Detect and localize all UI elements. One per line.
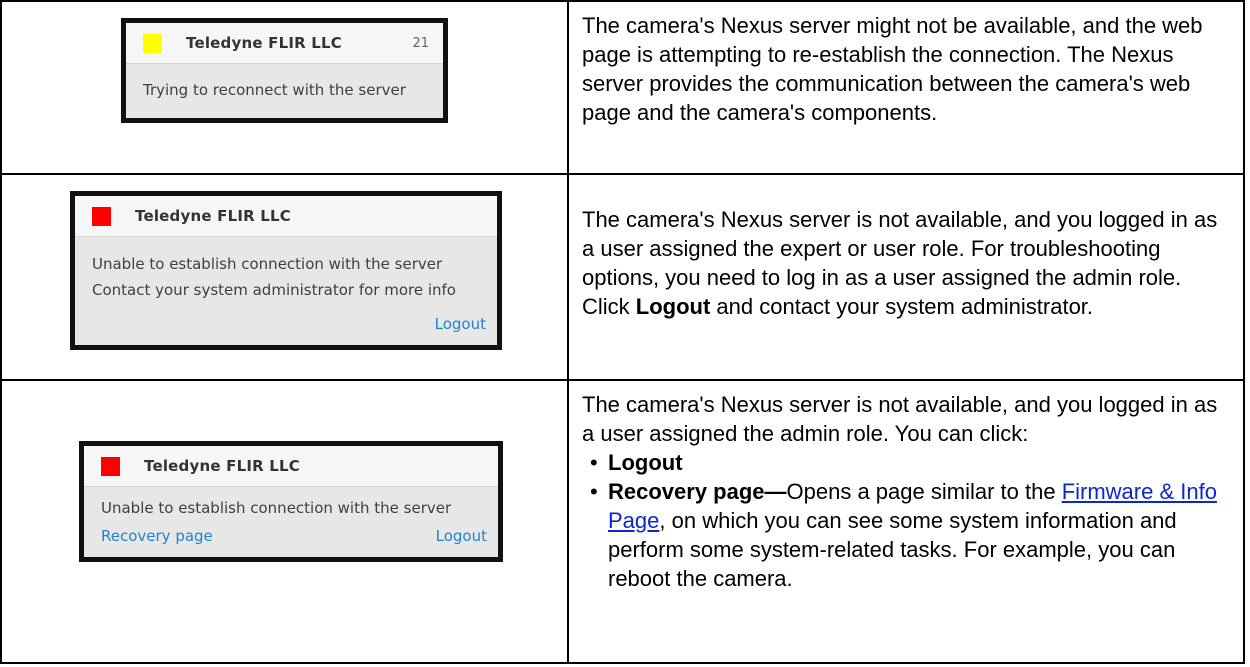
status-message-table: Teledyne FLIR LLC 21 Trying to reconnect… [0, 0, 1245, 664]
retry-counter: 21 [412, 35, 429, 51]
description-text: The camera's Nexus server is not availab… [582, 392, 1218, 446]
dialog-message: Trying to reconnect with the server [143, 81, 406, 99]
description-text: The camera's Nexus server might not be a… [582, 13, 1203, 125]
dialog-title: Teledyne FLIR LLC [144, 457, 301, 475]
dialog-header: Teledyne FLIR LLC [75, 196, 497, 237]
dialog-screenshot-cell: Teledyne FLIR LLC 21 Trying to reconnect… [0, 0, 569, 175]
connection-failed-dialog: Teledyne FLIR LLC Unable to establish co… [70, 191, 502, 350]
recovery-page-link[interactable]: Recovery page [101, 527, 213, 545]
option-text: Opens a page similar to the [786, 479, 1062, 504]
dialog-title: Teledyne FLIR LLC [135, 207, 292, 225]
dialog-header: Teledyne FLIR LLC 21 [126, 23, 443, 64]
status-indicator-icon [101, 456, 120, 476]
description-cell: The camera's Nexus server is not availab… [567, 173, 1245, 381]
list-item: Recovery page—Opens a page similar to th… [590, 477, 1223, 593]
dialog-screenshot-cell: Teledyne FLIR LLC Unable to establish co… [0, 173, 569, 381]
option-label: Logout [608, 450, 683, 475]
dialog-message: Unable to establish connection with the … [92, 255, 443, 273]
admin-connection-failed-dialog: Teledyne FLIR LLC Unable to establish co… [79, 441, 503, 562]
option-text: , on which you can see some system infor… [608, 508, 1177, 591]
dialog-message: Unable to establish connection with the … [101, 499, 452, 517]
description-text: and contact your system administrator. [710, 294, 1094, 319]
dialog-screenshot-cell: Teledyne FLIR LLC Unable to establish co… [0, 379, 569, 664]
table-row: Teledyne FLIR LLC Unable to establish co… [0, 173, 1245, 381]
description-cell: The camera's Nexus server is not availab… [567, 379, 1245, 664]
description-cell: The camera's Nexus server might not be a… [567, 0, 1245, 175]
dialog-title: Teledyne FLIR LLC [186, 34, 343, 52]
status-indicator-icon [143, 33, 162, 53]
logout-link[interactable]: Logout [436, 527, 487, 545]
logout-link[interactable]: Logout [435, 315, 486, 333]
list-item: Logout [590, 448, 1223, 477]
status-indicator-icon [92, 206, 111, 226]
dialog-message: Contact your system administrator for mo… [92, 281, 456, 299]
option-list: Logout Recovery page—Opens a page simila… [582, 448, 1223, 593]
logout-term: Logout [635, 294, 711, 319]
option-label: Recovery page— [608, 479, 787, 504]
table-row: Teledyne FLIR LLC Unable to establish co… [0, 379, 1245, 664]
reconnecting-dialog: Teledyne FLIR LLC 21 Trying to reconnect… [121, 18, 448, 123]
table-row: Teledyne FLIR LLC 21 Trying to reconnect… [0, 0, 1245, 175]
dialog-header: Teledyne FLIR LLC [84, 446, 498, 487]
